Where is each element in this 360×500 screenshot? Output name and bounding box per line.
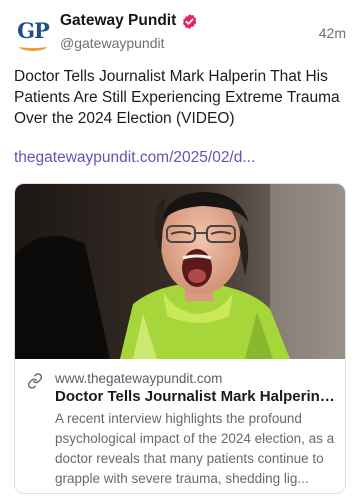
account-handle[interactable]: @gatewaypundit bbox=[60, 35, 165, 51]
protester-screaming-photo[interactable] bbox=[15, 184, 345, 359]
link-preview-card[interactable]: www.thegatewaypundit.com Doctor Tells Jo… bbox=[14, 183, 346, 494]
card-domain: www.thegatewaypundit.com bbox=[55, 371, 223, 386]
post-header: GP Gateway Pundit @gatewaypundit 42m bbox=[0, 0, 360, 60]
card-description: A recent interview highlights the profou… bbox=[55, 411, 335, 486]
avatar-logo-text: GP bbox=[17, 17, 50, 43]
post-timestamp[interactable]: 42m bbox=[319, 25, 346, 41]
avatar[interactable]: GP bbox=[14, 16, 52, 54]
post-text: Doctor Tells Journalist Mark Halperin Th… bbox=[14, 68, 340, 127]
name-row: Gateway Pundit bbox=[60, 12, 198, 30]
card-title[interactable]: Doctor Tells Journalist Mark Halperin ..… bbox=[55, 388, 335, 405]
link-icon bbox=[27, 373, 43, 389]
verified-badge-icon bbox=[181, 13, 198, 30]
account-name[interactable]: Gateway Pundit bbox=[60, 12, 176, 30]
post-link[interactable]: thegatewaypundit.com/2025/02/d... bbox=[14, 149, 346, 167]
avatar-swoosh bbox=[19, 42, 47, 51]
